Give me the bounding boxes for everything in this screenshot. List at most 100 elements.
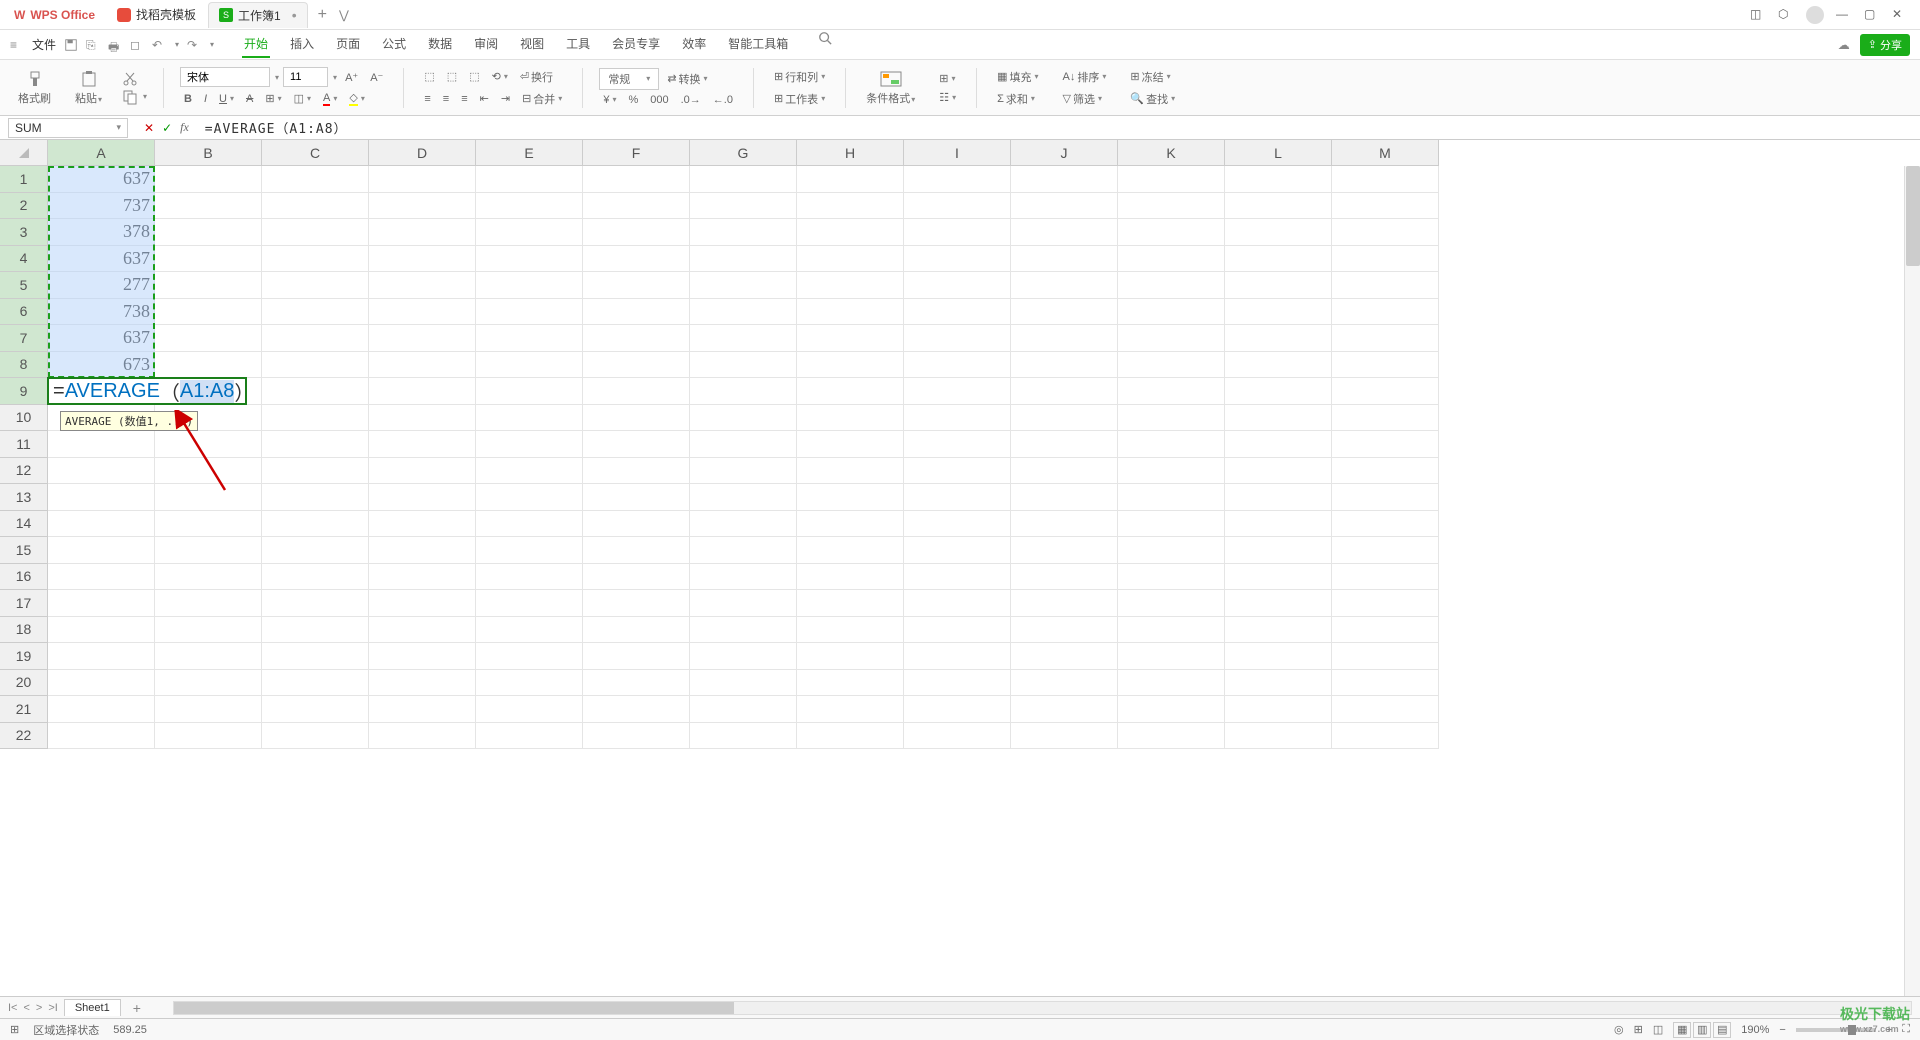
cell-L18[interactable] bbox=[1225, 617, 1332, 644]
fill-button[interactable]: ▦ 填充▾ bbox=[993, 67, 1042, 87]
cell-J10[interactable] bbox=[1011, 405, 1118, 432]
menu-tab-efficiency[interactable]: 效率 bbox=[680, 31, 708, 58]
undo-dd[interactable]: ▾ bbox=[175, 40, 179, 49]
cell-K3[interactable] bbox=[1118, 219, 1225, 246]
tab-templates[interactable]: 找稻壳模板 bbox=[107, 2, 206, 28]
cell-E4[interactable] bbox=[476, 246, 583, 273]
cell-I9[interactable] bbox=[904, 378, 1011, 405]
cell-H21[interactable] bbox=[797, 696, 904, 723]
row-header-18[interactable]: 18 bbox=[0, 617, 48, 644]
font-select[interactable] bbox=[180, 67, 270, 87]
cell-A14[interactable] bbox=[48, 511, 155, 538]
cell-I15[interactable] bbox=[904, 537, 1011, 564]
col-header-G[interactable]: G bbox=[690, 140, 797, 166]
cell-A6[interactable]: 738 bbox=[48, 299, 155, 326]
cell-B7[interactable] bbox=[155, 325, 262, 352]
cell-E8[interactable] bbox=[476, 352, 583, 379]
menu-tab-home[interactable]: 开始 bbox=[242, 31, 270, 58]
status-split-icon[interactable]: ◫ bbox=[1653, 1023, 1663, 1036]
cell-H3[interactable] bbox=[797, 219, 904, 246]
cell-G8[interactable] bbox=[690, 352, 797, 379]
cell-C12[interactable] bbox=[262, 458, 369, 485]
cell-F7[interactable] bbox=[583, 325, 690, 352]
cell-H11[interactable] bbox=[797, 431, 904, 458]
cell-I20[interactable] bbox=[904, 670, 1011, 697]
cell-A1[interactable]: 637 bbox=[48, 166, 155, 193]
cell-I3[interactable] bbox=[904, 219, 1011, 246]
cell-M1[interactable] bbox=[1332, 166, 1439, 193]
cell-A11[interactable] bbox=[48, 431, 155, 458]
cell-K8[interactable] bbox=[1118, 352, 1225, 379]
cell-D14[interactable] bbox=[369, 511, 476, 538]
cell-M9[interactable] bbox=[1332, 378, 1439, 405]
cell-J12[interactable] bbox=[1011, 458, 1118, 485]
cell-A15[interactable] bbox=[48, 537, 155, 564]
convert-button[interactable]: ⇄ 转换▾ bbox=[663, 69, 711, 89]
cell-J3[interactable] bbox=[1011, 219, 1118, 246]
sheet-first-icon[interactable]: I< bbox=[8, 1002, 17, 1014]
cell-B20[interactable] bbox=[155, 670, 262, 697]
merge-button[interactable]: ⊟ 合并▾ bbox=[518, 89, 566, 109]
cell-B6[interactable] bbox=[155, 299, 262, 326]
cell-H19[interactable] bbox=[797, 643, 904, 670]
active-cell[interactable]: =AVERAGE=AVERAGE（（A1:A8） bbox=[47, 377, 247, 405]
sheet-tab-1[interactable]: Sheet1 bbox=[64, 999, 121, 1016]
cell-G18[interactable] bbox=[690, 617, 797, 644]
cell-L22[interactable] bbox=[1225, 723, 1332, 750]
share-button[interactable]: ⇪ 分享 bbox=[1860, 34, 1910, 56]
cell-C7[interactable] bbox=[262, 325, 369, 352]
cell-I7[interactable] bbox=[904, 325, 1011, 352]
cell-L10[interactable] bbox=[1225, 405, 1332, 432]
cell-J13[interactable] bbox=[1011, 484, 1118, 511]
cell-K6[interactable] bbox=[1118, 299, 1225, 326]
cell-K22[interactable] bbox=[1118, 723, 1225, 750]
col-header-E[interactable]: E bbox=[476, 140, 583, 166]
worksheet-button[interactable]: ⊞ 工作表▾ bbox=[770, 89, 829, 109]
cell-C17[interactable] bbox=[262, 590, 369, 617]
search-menu-icon[interactable] bbox=[818, 31, 832, 45]
cell-G20[interactable] bbox=[690, 670, 797, 697]
cell-M16[interactable] bbox=[1332, 564, 1439, 591]
cell-C4[interactable] bbox=[262, 246, 369, 273]
view-break-icon[interactable]: ▤ bbox=[1713, 1022, 1731, 1038]
cell-H1[interactable] bbox=[797, 166, 904, 193]
cell-K21[interactable] bbox=[1118, 696, 1225, 723]
cell-D5[interactable] bbox=[369, 272, 476, 299]
cell-K18[interactable] bbox=[1118, 617, 1225, 644]
cell-I4[interactable] bbox=[904, 246, 1011, 273]
cell-E7[interactable] bbox=[476, 325, 583, 352]
cell-F1[interactable] bbox=[583, 166, 690, 193]
cell-J4[interactable] bbox=[1011, 246, 1118, 273]
zoom-value[interactable]: 190% bbox=[1741, 1024, 1769, 1036]
cell-E18[interactable] bbox=[476, 617, 583, 644]
cell-B3[interactable] bbox=[155, 219, 262, 246]
saveas-icon[interactable]: ⎘ bbox=[86, 38, 100, 52]
cell-I18[interactable] bbox=[904, 617, 1011, 644]
underline-button[interactable]: U▾ bbox=[215, 91, 238, 107]
font-size-select[interactable] bbox=[283, 67, 328, 87]
font-color-button[interactable]: A▾ bbox=[319, 90, 341, 108]
cell-A22[interactable] bbox=[48, 723, 155, 750]
cell-C11[interactable] bbox=[262, 431, 369, 458]
cell-G6[interactable] bbox=[690, 299, 797, 326]
cell-L15[interactable] bbox=[1225, 537, 1332, 564]
cell-J8[interactable] bbox=[1011, 352, 1118, 379]
cell-C10[interactable] bbox=[262, 405, 369, 432]
cell-A2[interactable]: 737 bbox=[48, 193, 155, 220]
row-header-21[interactable]: 21 bbox=[0, 696, 48, 723]
cell-M15[interactable] bbox=[1332, 537, 1439, 564]
redo-icon[interactable]: ↷ bbox=[187, 38, 201, 52]
cell-D1[interactable] bbox=[369, 166, 476, 193]
row-header-14[interactable]: 14 bbox=[0, 511, 48, 538]
formula-accept-icon[interactable]: ✓ bbox=[162, 121, 172, 135]
find-button[interactable]: 🔍 查找▾ bbox=[1126, 89, 1179, 109]
cell-K16[interactable] bbox=[1118, 564, 1225, 591]
filter-button[interactable]: ▽ 筛选▾ bbox=[1059, 89, 1111, 109]
save-icon[interactable] bbox=[64, 38, 78, 52]
print-icon[interactable]: 🖶 bbox=[108, 38, 122, 52]
cell-K2[interactable] bbox=[1118, 193, 1225, 220]
strike-button[interactable]: A bbox=[242, 91, 257, 107]
cell-K4[interactable] bbox=[1118, 246, 1225, 273]
col-header-L[interactable]: L bbox=[1225, 140, 1332, 166]
close-icon[interactable]: ✕ bbox=[1892, 7, 1908, 23]
